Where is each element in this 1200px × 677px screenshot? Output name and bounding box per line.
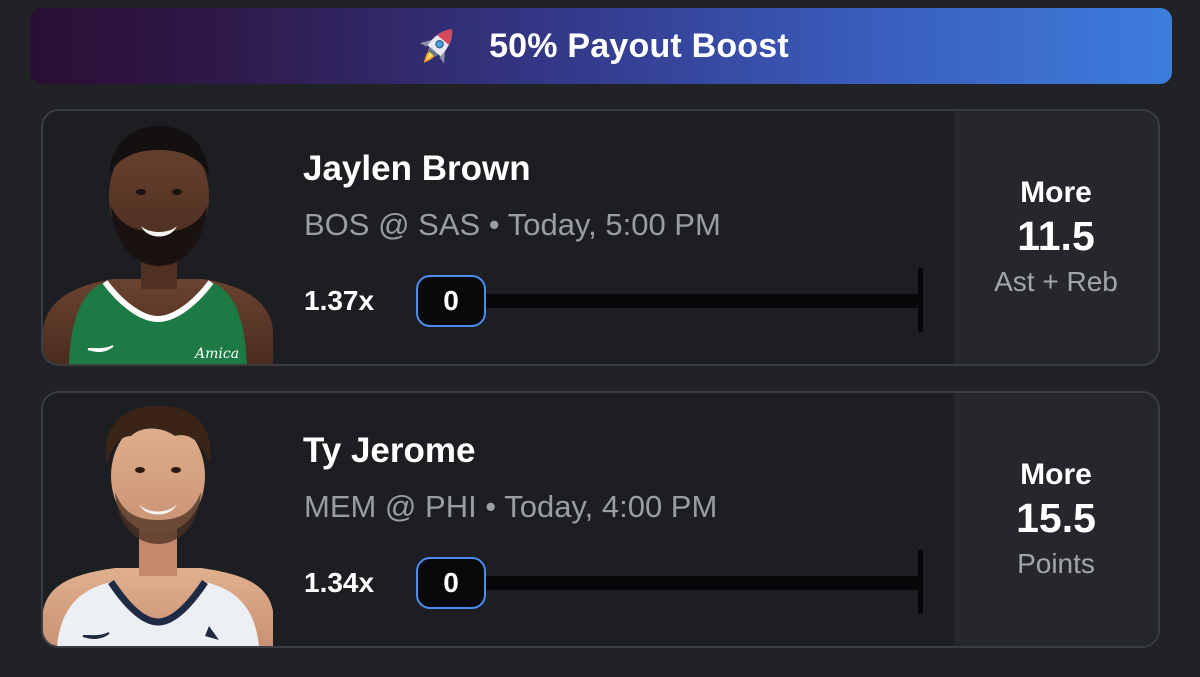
current-stat-value: 0: [416, 275, 486, 327]
pick-direction: More: [1020, 457, 1092, 491]
game-info: MEM @ PHI • Today, 4:00 PM: [304, 489, 718, 524]
game-info: BOS @ SAS • Today, 5:00 PM: [304, 207, 721, 242]
player-headshot: [43, 396, 273, 646]
stat-progress-track: [483, 576, 921, 590]
stat-progress-track: [483, 294, 921, 308]
current-stat-value: 0: [416, 557, 486, 609]
rocket-icon: [420, 29, 453, 64]
pick-direction: More: [1020, 175, 1092, 209]
pick-card[interactable]: Ty Jerome MEM @ PHI • Today, 4:00 PM 1.3…: [41, 391, 1160, 648]
pick-stat-type: Ast + Reb: [994, 265, 1118, 297]
payout-multiplier: 1.37x: [304, 285, 375, 316]
player-name: Ty Jerome: [303, 431, 476, 470]
pick-line: 15.5: [1016, 494, 1096, 541]
pick-card[interactable]: Amica Jaylen Brown BOS @ SAS • Today, 5:…: [41, 109, 1160, 366]
more-less-selector[interactable]: More 15.5 Points: [954, 393, 1158, 646]
stat-target-marker: [918, 550, 923, 614]
player-name: Jaylen Brown: [303, 149, 531, 188]
more-less-selector[interactable]: More 11.5 Ast + Reb: [954, 111, 1158, 364]
jersey-sponsor-text: Amica: [193, 346, 239, 362]
player-headshot-graphic: [43, 405, 273, 646]
app-screen: 50% Payout Boost Amica Jaylen Brown BOS …: [0, 0, 1200, 677]
pick-line: 11.5: [1017, 212, 1095, 259]
payout-boost-content: 50% Payout Boost: [413, 21, 789, 71]
stat-target-marker: [918, 268, 923, 332]
player-headshot-graphic: Amica: [43, 126, 273, 364]
payout-multiplier: 1.34x: [304, 567, 375, 598]
payout-boost-label: 50% Payout Boost: [489, 26, 789, 65]
pick-stat-type: Points: [1017, 547, 1095, 579]
payout-boost-banner[interactable]: 50% Payout Boost: [30, 8, 1172, 84]
player-headshot: Amica: [43, 114, 273, 364]
